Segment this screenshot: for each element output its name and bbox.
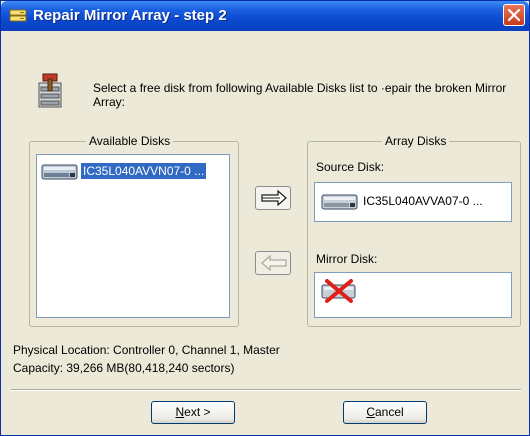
array-disks-group: Array Disks Source Disk: IC35L040AVVA07-… <box>307 134 521 327</box>
available-disks-label: Available Disks <box>86 134 174 148</box>
hard-disk-icon <box>41 162 79 182</box>
physical-location-text: Physical Location: Controller 0, Channel… <box>13 343 280 357</box>
next-button[interactable]: Next > <box>151 401 235 424</box>
available-disks-group: Available Disks IC35L040AVVN07-0 ... <box>29 134 239 327</box>
footer-divider <box>11 389 521 391</box>
next-label: ext > <box>184 405 211 419</box>
close-button[interactable] <box>503 4 525 26</box>
title-bar[interactable]: Repair Mirror Array - step 2 <box>1 1 529 31</box>
capacity-text: Capacity: 39,266 MB(80,418,240 sectors) <box>13 361 235 375</box>
next-mnemonic: N <box>175 405 185 419</box>
array-disks-label: Array Disks <box>382 134 450 148</box>
repair-tool-icon <box>35 73 67 109</box>
dialog-window: Repair Mirror Array - step 2 Select a fr… <box>0 0 530 436</box>
close-icon <box>508 9 520 21</box>
source-disk-box: IC35L040AVVA07-0 ... <box>314 182 512 222</box>
source-disk-item: IC35L040AVVA07-0 ... <box>321 191 507 213</box>
source-disk-value: IC35L040AVVA07-0 ... <box>363 194 483 208</box>
hard-disk-icon <box>321 192 359 212</box>
source-disk-label: Source Disk: <box>316 160 385 174</box>
cancel-mnemonic: C <box>366 405 375 419</box>
mirror-disk-label: Mirror Disk: <box>316 252 378 266</box>
cancel-button[interactable]: Cancel <box>343 401 427 424</box>
window-title: Repair Mirror Array - step 2 <box>33 7 227 24</box>
list-item[interactable]: IC35L040AVVN07-0 ... <box>41 161 221 183</box>
add-to-mirror-button[interactable] <box>255 186 291 210</box>
instruction-text: Select a free disk from following Availa… <box>93 81 507 109</box>
red-x-icon <box>321 279 357 303</box>
cancel-label: ancel <box>374 405 404 419</box>
remove-from-mirror-button[interactable] <box>255 251 291 275</box>
arrow-left-icon <box>261 255 287 271</box>
available-disk-label: IC35L040AVVN07-0 ... <box>81 163 207 179</box>
available-disks-list[interactable]: IC35L040AVVN07-0 ... <box>36 154 230 318</box>
mirror-disk-box[interactable] <box>314 272 512 318</box>
disk-array-icon <box>9 9 27 22</box>
arrow-right-icon <box>261 190 287 206</box>
